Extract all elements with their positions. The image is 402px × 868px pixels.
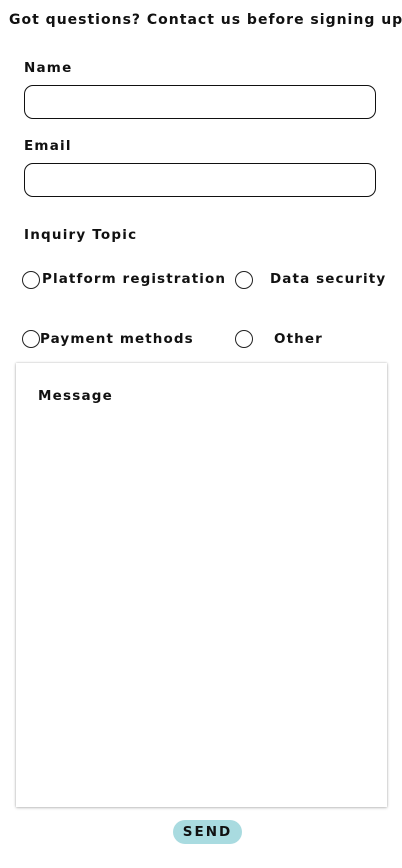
radio-payment-methods[interactable] (22, 330, 40, 348)
message-label: Message (38, 388, 113, 404)
page-title: Got questions? Contact us before signing… (9, 12, 402, 28)
email-input[interactable] (24, 163, 376, 197)
radio-label-payment-methods[interactable]: Payment methods (40, 331, 194, 347)
radio-label-other[interactable]: Other (274, 331, 323, 347)
radio-label-platform-registration[interactable]: Platform registration (42, 271, 226, 287)
radio-other[interactable] (235, 330, 253, 348)
name-label: Name (24, 60, 73, 76)
radio-platform-registration[interactable] (22, 271, 40, 289)
send-button[interactable]: SEND (173, 820, 242, 844)
radio-data-security[interactable] (235, 271, 253, 289)
name-input[interactable] (24, 85, 376, 119)
message-textarea[interactable]: Message (16, 363, 387, 807)
email-label: Email (24, 138, 72, 154)
inquiry-topic-label: Inquiry Topic (24, 227, 138, 243)
radio-label-data-security[interactable]: Data security (270, 271, 386, 287)
